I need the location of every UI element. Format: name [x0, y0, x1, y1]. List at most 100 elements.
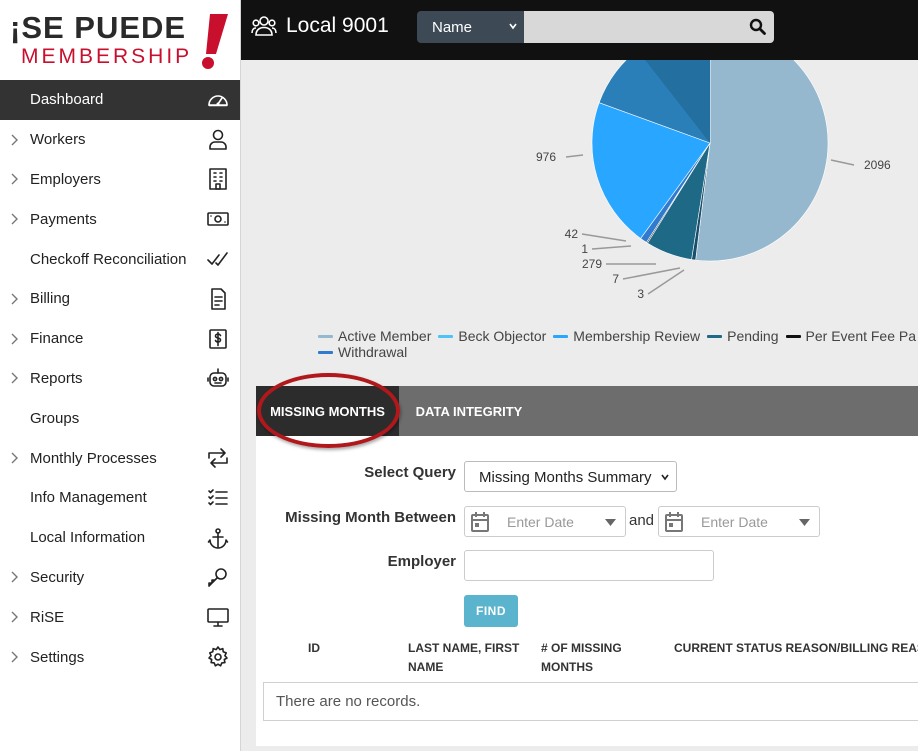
- search-input[interactable]: [524, 11, 774, 43]
- chevron-right-icon: [11, 213, 18, 225]
- sidebar-item-label: Local Information: [30, 529, 146, 547]
- sidebar-item-monthly-processes[interactable]: Monthly Processes: [0, 438, 240, 478]
- sidebar-item-settings[interactable]: Settings: [0, 637, 240, 677]
- pie-data-label: 976: [536, 150, 556, 164]
- legend-label: Per Event Fee Pa: [805, 328, 917, 344]
- pie-data-label: 7: [612, 272, 619, 286]
- legend-item[interactable]: Pending: [707, 328, 779, 344]
- sidebar-item-payments[interactable]: Payments: [0, 199, 240, 239]
- legend-label: Membership Review: [573, 328, 701, 344]
- pie-leader-line: [830, 159, 855, 166]
- employer-label: Employer: [387, 553, 456, 570]
- start-date-picker[interactable]: Enter Date: [464, 506, 626, 537]
- end-date-placeholder: Enter Date: [701, 514, 768, 530]
- employer-input[interactable]: [464, 550, 714, 581]
- chevron-down-icon: [661, 474, 669, 481]
- brand-line-2: MEMBERSHIP: [21, 45, 193, 68]
- legend-item[interactable]: Active Member: [318, 328, 431, 344]
- sidebar-item-billing[interactable]: Billing: [0, 279, 240, 319]
- legend-item[interactable]: Membership Review: [553, 328, 700, 344]
- column-header-missing-months[interactable]: # OF MISSING MONTHS: [541, 639, 641, 677]
- legend-label: Active Member: [338, 328, 432, 344]
- double-check-icon: [207, 252, 228, 266]
- legend-label: Beck Objector: [458, 328, 547, 344]
- sidebar-item-label: Security: [30, 568, 85, 586]
- sidebar-item-checkoff-reconciliation[interactable]: Checkoff Reconciliation: [0, 239, 240, 279]
- key-icon: [208, 568, 227, 588]
- sidebar-item-security[interactable]: Security: [0, 558, 240, 598]
- sidebar-item-label: Finance: [30, 330, 84, 348]
- sidebar-item-label: Payments: [30, 210, 97, 228]
- column-header-status-reason[interactable]: CURRENT STATUS REASON/BILLING REAS: [674, 639, 918, 658]
- query-select[interactable]: Missing Months Summary: [464, 461, 677, 492]
- chevron-right-icon: [11, 611, 18, 623]
- search-field-select[interactable]: Name: [417, 11, 524, 43]
- caret-down-icon[interactable]: [605, 519, 616, 526]
- legend-label: Withdrawal: [338, 344, 408, 360]
- sidebar-item-label: Settings: [30, 648, 85, 666]
- sidebar-item-label: Groups: [30, 409, 80, 427]
- legend-item[interactable]: Withdrawal: [318, 344, 407, 360]
- robot-icon: [207, 368, 229, 388]
- status-pie-chart: 2096 976 42 1 279 7 3 Active Member Beck Object…: [256, 60, 918, 386]
- caret-down-icon[interactable]: [799, 519, 810, 526]
- query-panel: MISSING MONTHS DATA INTEGRITY Select Que…: [256, 373, 918, 746]
- tab-data-integrity[interactable]: DATA INTEGRITY: [399, 386, 539, 436]
- empty-table-row: There are no records.: [263, 682, 918, 721]
- user-icon: [209, 129, 227, 150]
- empty-message: There are no records.: [276, 693, 421, 710]
- chevron-right-icon: [11, 452, 18, 464]
- legend-item[interactable]: Beck Objector: [438, 328, 546, 344]
- building-icon: [209, 168, 227, 191]
- repeat-icon: [208, 448, 228, 468]
- and-label: and: [629, 512, 655, 529]
- sidebar-item-label: Dashboard: [30, 91, 104, 109]
- sidebar-item-dashboard[interactable]: Dashboard: [0, 80, 240, 120]
- dollar-icon: [209, 328, 227, 349]
- chart-legend: Active Member Beck Objector Membership Rev…: [318, 328, 918, 360]
- legend-swatch: [785, 334, 801, 338]
- sidebar-item-employers[interactable]: Employers: [0, 160, 240, 200]
- sidebar-item-label: Employers: [30, 170, 101, 188]
- sidebar-item-finance[interactable]: Finance: [0, 319, 240, 359]
- legend-label: Pending: [727, 328, 779, 344]
- users-icon: [251, 16, 277, 36]
- chevron-right-icon: [11, 372, 18, 384]
- missing-between-label: Missing Month Between: [285, 509, 456, 526]
- calendar-icon[interactable]: [664, 511, 684, 533]
- pie-data-label: 2096: [864, 158, 891, 172]
- pie-leader-line: [581, 233, 627, 242]
- pie-leader-line: [565, 154, 584, 158]
- legend-swatch: [438, 334, 454, 338]
- legend-swatch: [553, 334, 569, 338]
- sidebar-item-label: RiSE: [30, 608, 65, 626]
- sidebar: ¡SE PUEDE MEMBERSHIP Dashboard Workers Emp…: [0, 0, 241, 751]
- legend-swatch: [707, 334, 723, 338]
- sidebar-item-rise[interactable]: RiSE: [0, 597, 240, 637]
- pie-slice[interactable]: [695, 60, 829, 262]
- column-header-id[interactable]: ID: [308, 639, 320, 658]
- checklist-icon: [208, 489, 228, 506]
- sidebar-item-local-information[interactable]: Local Information: [0, 518, 240, 558]
- sidebar-item-info-management[interactable]: Info Management: [0, 478, 240, 518]
- sidebar-item-groups[interactable]: Groups: [0, 398, 240, 438]
- query-select-value: Missing Months Summary: [479, 469, 652, 486]
- tab-missing-months[interactable]: MISSING MONTHS: [256, 386, 399, 436]
- app-root: ¡SE PUEDE MEMBERSHIP Dashboard Workers Emp…: [0, 0, 918, 751]
- brand-line-1: ¡SE PUEDE: [10, 10, 187, 45]
- monitor-icon: [207, 608, 229, 628]
- end-date-picker[interactable]: Enter Date: [658, 506, 820, 537]
- pie-data-label: 279: [582, 257, 602, 271]
- sidebar-item-label: Reports: [30, 369, 83, 387]
- sidebar-item-workers[interactable]: Workers: [0, 120, 240, 160]
- search-icon[interactable]: [749, 18, 766, 35]
- find-button[interactable]: FIND: [464, 595, 518, 627]
- legend-swatch: [318, 334, 333, 338]
- sidebar-item-reports[interactable]: Reports: [0, 359, 240, 399]
- legend-item[interactable]: Per Event Fee Pa: [785, 328, 917, 344]
- calendar-icon[interactable]: [470, 511, 490, 533]
- column-header-name[interactable]: LAST NAME, FIRST NAME: [408, 639, 528, 677]
- pie-chart-svg: 2096 976 421279 7 3: [536, 60, 891, 301]
- anchor-icon: [207, 527, 229, 549]
- brand-logo[interactable]: ¡SE PUEDE MEMBERSHIP: [0, 0, 240, 80]
